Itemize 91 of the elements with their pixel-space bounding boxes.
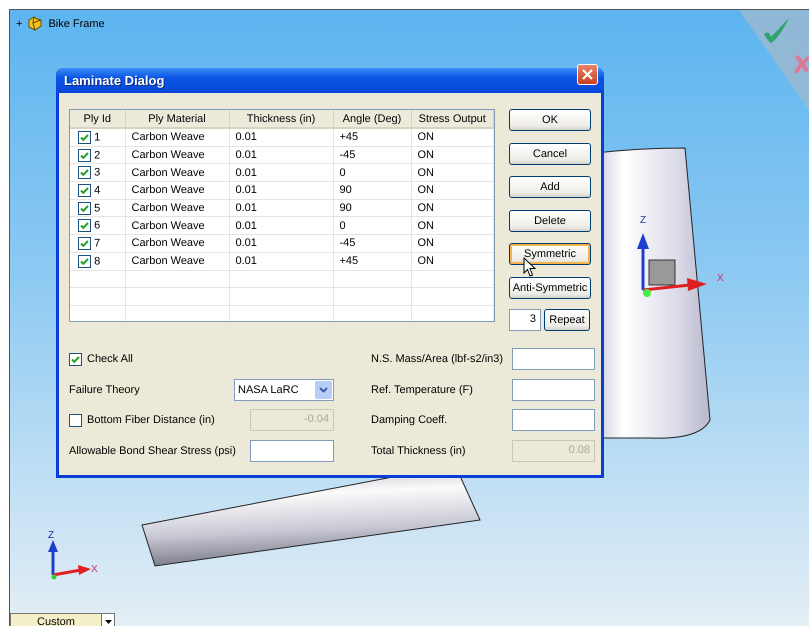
view-dropdown[interactable]: Custom (10, 613, 115, 626)
confirm-check-icon[interactable] (764, 18, 789, 43)
table-cell: Carbon Weave (125, 252, 229, 270)
close-icon (582, 69, 593, 80)
close-button[interactable] (577, 64, 598, 86)
table-cell: ON (411, 164, 494, 182)
table-cell: Carbon Weave (125, 182, 229, 200)
table-cell: Carbon Weave (125, 164, 229, 182)
ply-id: 7 (94, 237, 100, 250)
table-cell: 90 (333, 182, 411, 200)
table-cell: -45 (333, 234, 411, 252)
checkbox-label[interactable]: Check All (87, 353, 133, 365)
checkbox[interactable] (78, 254, 91, 268)
repeat-count-field[interactable]: 3 (509, 309, 541, 331)
input-field[interactable] (512, 378, 595, 400)
table-cell: Carbon Weave (125, 128, 229, 146)
dialog-button[interactable]: OK (509, 109, 591, 131)
table-cell: 0.01 (229, 199, 333, 217)
checkbox[interactable] (78, 219, 91, 232)
axis-label: Z (640, 215, 646, 226)
checkbox[interactable] (78, 130, 91, 144)
table-cell: 0.01 (229, 164, 333, 182)
table-cell: ON (411, 199, 494, 217)
input-field[interactable] (512, 409, 595, 431)
table-cell: 0.01 (229, 234, 333, 252)
table-cell: ON (411, 182, 494, 200)
axis-label: X (91, 564, 98, 575)
checkbox[interactable] (78, 148, 91, 162)
table-cell: ON (411, 146, 494, 164)
triad-icon (637, 233, 707, 297)
dialog-button[interactable]: Cancel (509, 142, 591, 164)
expand-toggle[interactable]: + (16, 18, 22, 30)
divider-line (784, 38, 808, 70)
table-cell: Carbon Weave (125, 146, 229, 164)
table-cell: 0.01 (229, 252, 333, 270)
checkbox[interactable] (78, 202, 91, 215)
table-cell: 0 (333, 216, 411, 235)
table-cell: Carbon Weave (125, 234, 229, 252)
dropdown-arrow-icon (104, 620, 112, 624)
input-field[interactable] (250, 440, 334, 462)
dialog-button[interactable]: Add (509, 176, 591, 198)
field-label: N.S. Mass/Area (lbf-s2/in3) (371, 353, 504, 365)
table-cell: 0.01 (229, 182, 333, 200)
table-cell: ON (411, 128, 494, 146)
table-cell: +45 (333, 128, 411, 146)
checkbox[interactable] (78, 166, 91, 180)
checkbox[interactable] (78, 236, 91, 250)
ply-id: 6 (94, 220, 100, 232)
repeat-button[interactable]: Repeat (544, 309, 590, 331)
table-cell: +45 (333, 252, 411, 270)
dialog-button[interactable]: Anti-Symmetric (509, 276, 591, 298)
ply-id: 1 (94, 131, 100, 144)
table-cell: ON (411, 252, 494, 270)
tree-item[interactable]: Bike Frame (48, 18, 105, 30)
triad-icon (48, 540, 91, 580)
table-cell: -45 (333, 146, 411, 164)
table-cell: ON (411, 216, 494, 235)
ply-id: 5 (94, 202, 100, 214)
checkbox[interactable] (69, 352, 82, 366)
column-header[interactable]: Ply Id (70, 110, 125, 128)
column-header[interactable]: Ply Material (125, 110, 229, 128)
column-header[interactable]: Angle (Deg) (333, 110, 411, 128)
table-cell: ON (411, 234, 494, 252)
field-label: Total Thickness (in) (371, 444, 466, 456)
field-label: Damping Coeff. (371, 414, 448, 426)
table-cell: 0.01 (229, 128, 333, 146)
dialog-title: Laminate Dialog (64, 73, 164, 88)
table-cell: Carbon Weave (125, 216, 229, 235)
axis-label: X (717, 273, 724, 284)
table-cell: 90 (333, 199, 411, 217)
ply-id: 8 (94, 255, 100, 268)
field-label: Allowable Bond Shear Stress (psi) (69, 444, 236, 456)
field-label: Ref. Temperature (F) (371, 384, 473, 396)
table-cell: 0 (333, 164, 411, 182)
dialog-button[interactable]: Delete (509, 210, 591, 232)
column-header[interactable]: Stress Output (411, 110, 494, 128)
column-header[interactable]: Thickness (in) (229, 110, 333, 128)
input-field[interactable] (512, 348, 595, 370)
dialog-button[interactable]: Symmetric (509, 243, 591, 265)
table-cell: Carbon Weave (125, 199, 229, 217)
table-cell: 0.01 (229, 146, 333, 164)
checkbox[interactable] (78, 184, 91, 197)
table-cell: 0.01 (229, 216, 333, 235)
failure-theory-dropdown[interactable]: NASA LaRC (234, 378, 334, 400)
ply-id: 2 (94, 149, 100, 162)
ply-id: 4 (94, 184, 100, 196)
field-label: Failure Theory (69, 384, 140, 396)
assembly-icon (27, 16, 44, 31)
axis-label: Z (48, 530, 54, 541)
chevron-down-icon (319, 386, 328, 392)
ply-id: 3 (94, 166, 100, 179)
